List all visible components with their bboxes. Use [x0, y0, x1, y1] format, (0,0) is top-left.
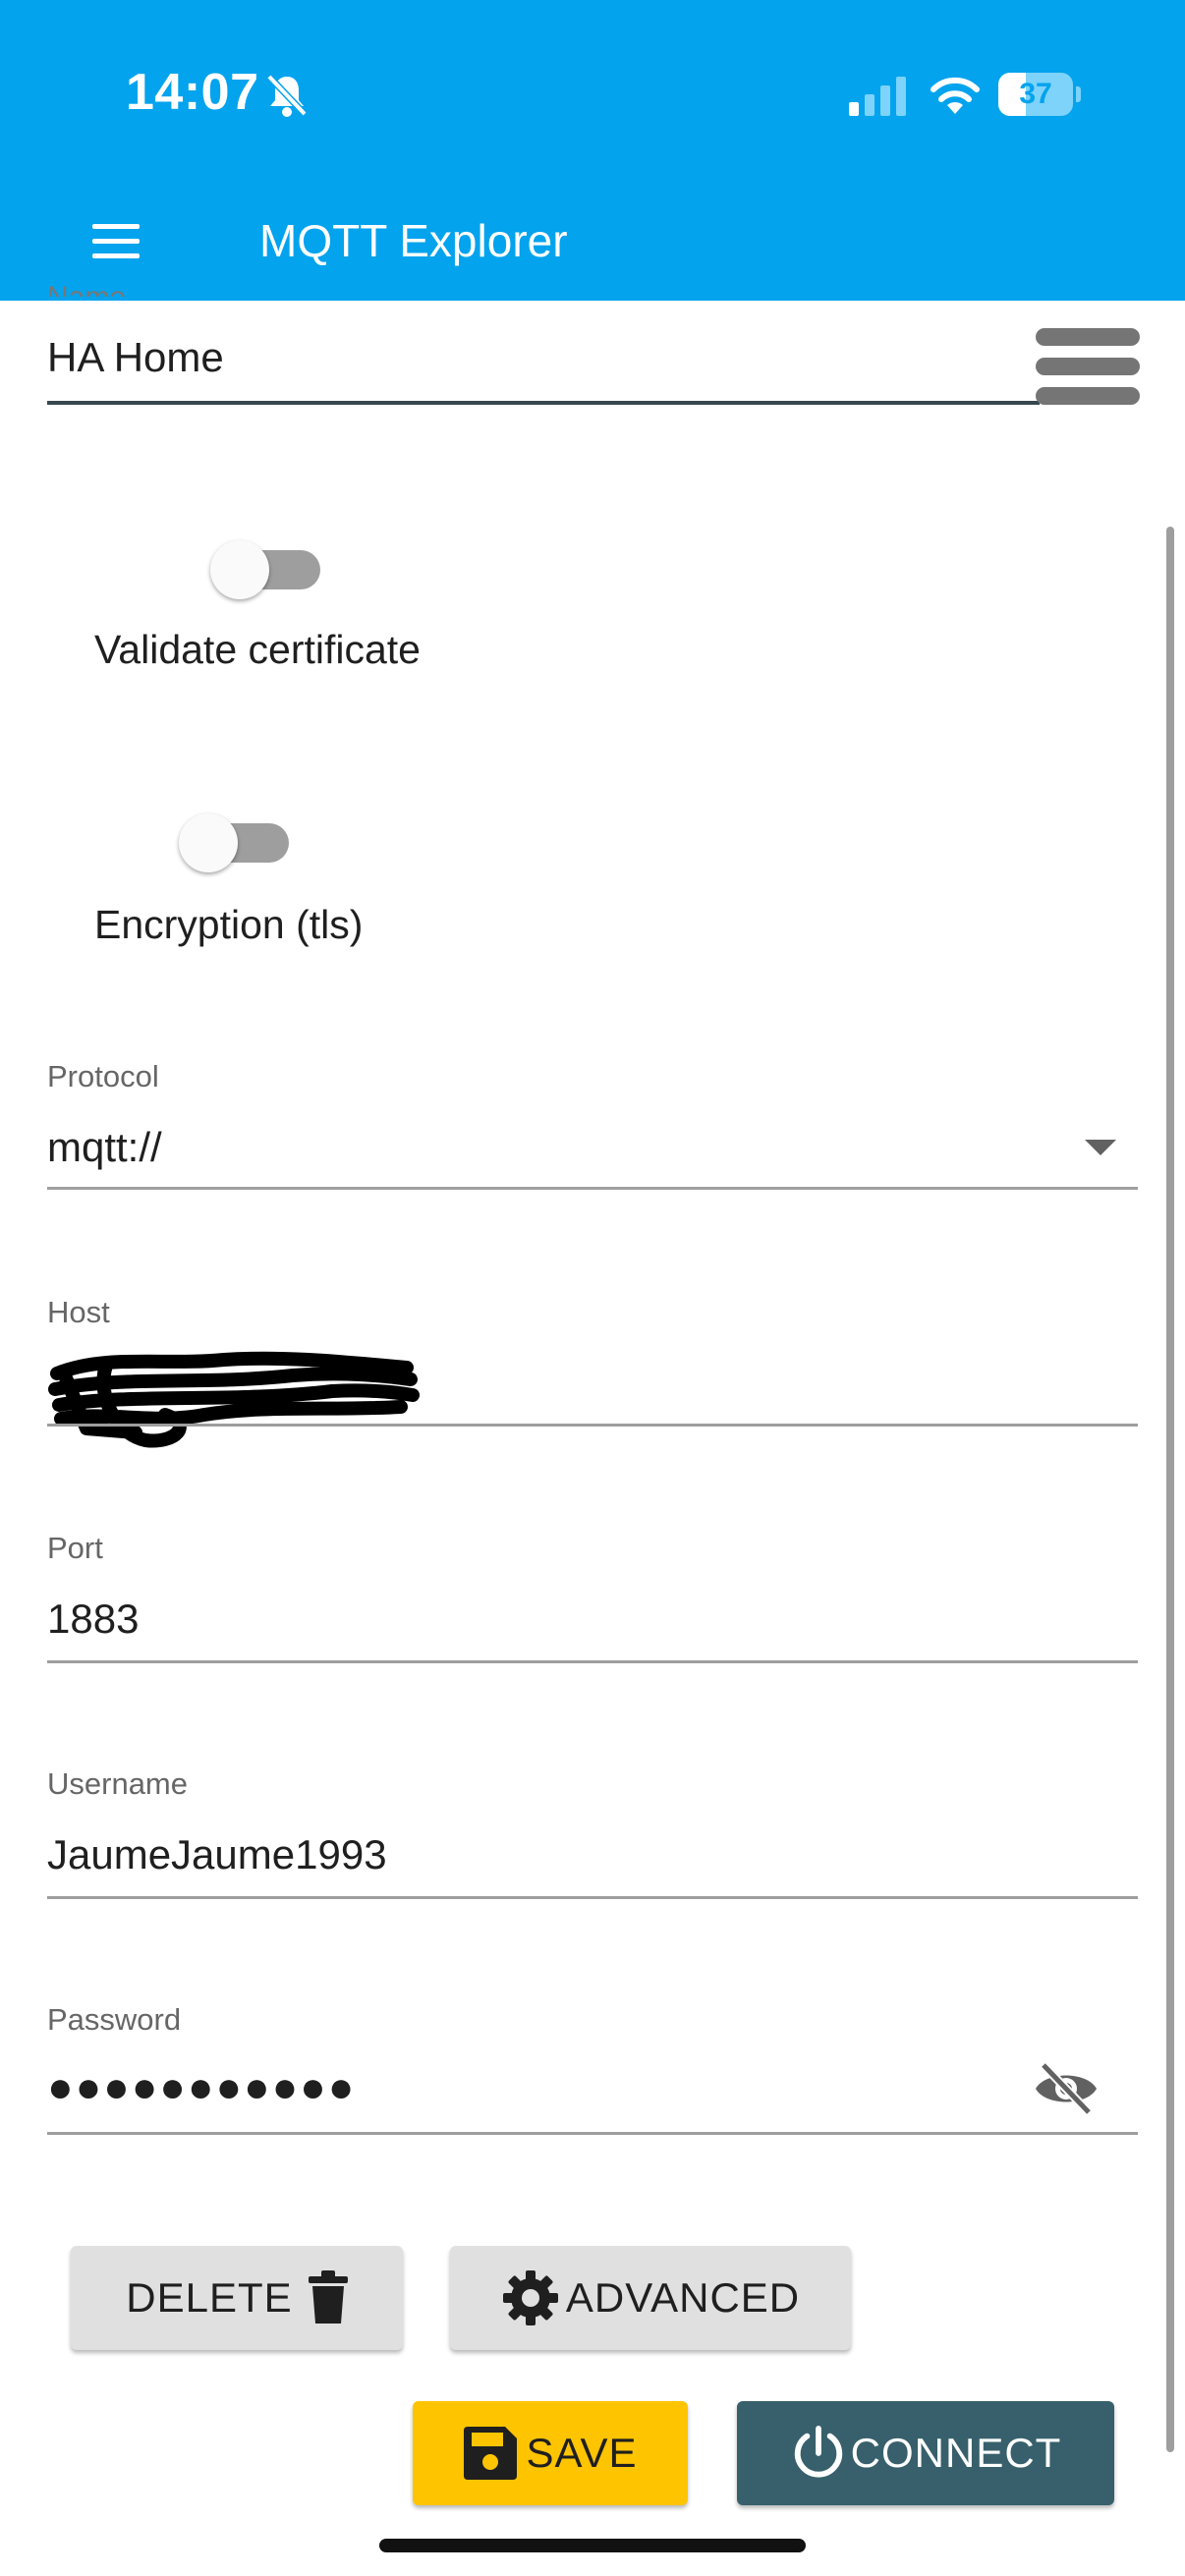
connect-button[interactable]: CONNECT: [737, 2401, 1114, 2505]
validate-certificate-label: Validate certificate: [94, 627, 421, 672]
encryption-toggle[interactable]: [179, 808, 289, 872]
protocol-select[interactable]: mqtt://: [47, 1124, 162, 1171]
drag-handle-icon[interactable]: [1036, 328, 1140, 407]
chevron-down-icon[interactable]: [1085, 1140, 1116, 1155]
password-input[interactable]: ●●●●●●●●●●●: [47, 2063, 356, 2112]
bell-slash-icon: [266, 74, 308, 117]
delete-button[interactable]: DELETE: [71, 2246, 403, 2350]
scrollbar[interactable]: [1166, 527, 1174, 2452]
save-button[interactable]: SAVE: [413, 2401, 688, 2505]
connect-label: CONNECT: [850, 2430, 1062, 2476]
eye-off-icon[interactable]: [1032, 2059, 1100, 2118]
hamburger-menu-icon[interactable]: [92, 224, 140, 259]
delete-label: DELETE: [126, 2274, 293, 2321]
gear-icon: [502, 2270, 558, 2325]
protocol-label: Protocol: [47, 1059, 159, 1093]
name-field-label: Name: [47, 281, 126, 297]
trash-icon: [308, 2270, 348, 2324]
home-indicator[interactable]: [379, 2539, 806, 2552]
username-underline: [47, 1896, 1138, 1899]
host-underline: [47, 1424, 1138, 1427]
host-label: Host: [47, 1295, 110, 1329]
password-underline: [47, 2132, 1138, 2135]
port-label: Port: [47, 1531, 103, 1565]
floppy-disk-icon: [463, 2427, 517, 2480]
name-input[interactable]: HA Home: [47, 334, 224, 381]
advanced-button[interactable]: ADVANCED: [450, 2246, 851, 2350]
redaction-scribble: [48, 1351, 420, 1448]
encryption-label: Encryption (tls): [94, 902, 364, 947]
password-label: Password: [47, 2002, 182, 2037]
port-underline: [47, 1660, 1138, 1663]
power-icon: [794, 2425, 842, 2478]
app-title: MQTT Explorer: [259, 215, 568, 266]
port-input[interactable]: 1883: [47, 1596, 139, 1643]
app-header: 14:07 37 MQTT Explorer: [0, 0, 1185, 301]
validate-certificate-toggle[interactable]: [210, 534, 320, 599]
wifi-icon: [931, 77, 980, 114]
username-label: Username: [47, 1766, 188, 1801]
status-time: 14:07: [126, 64, 259, 121]
username-input[interactable]: JaumeJaume1993: [47, 1831, 387, 1878]
name-field-underline: [47, 401, 1040, 405]
battery-icon: 37: [998, 73, 1081, 116]
advanced-label: ADVANCED: [565, 2274, 801, 2321]
battery-level: 37: [1019, 78, 1052, 110]
protocol-underline: [47, 1187, 1138, 1190]
save-label: SAVE: [526, 2430, 638, 2476]
cellular-signal-icon: [849, 77, 906, 116]
